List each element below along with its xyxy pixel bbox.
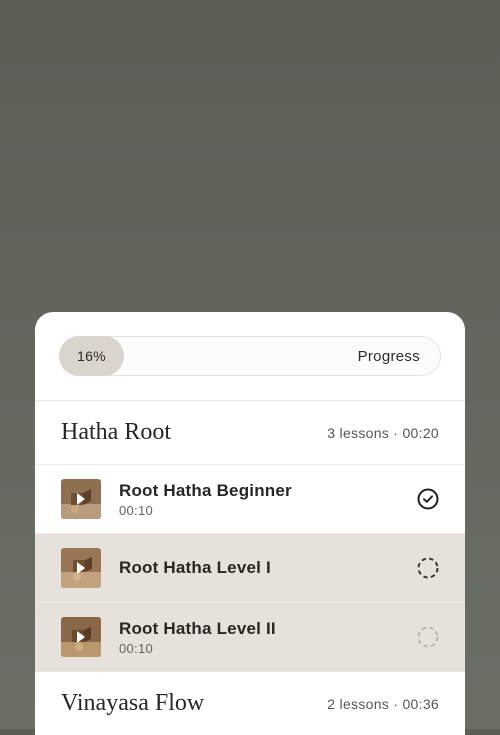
status-todo-icon <box>417 626 439 648</box>
lesson-thumbnail <box>61 479 101 519</box>
status-current-icon <box>417 557 439 579</box>
section-meta: 3 lessons · 00:20 <box>327 425 439 441</box>
lesson-row[interactable]: Root Hatha Level I <box>35 533 465 602</box>
lesson-text: Root Hatha Level II 00:10 <box>119 619 399 656</box>
lesson-title: Root Hatha Level II <box>119 619 399 639</box>
lesson-title: Root Hatha Level I <box>119 558 399 578</box>
lesson-text: Root Hatha Level I <box>119 558 399 578</box>
course-card: 16% Progress Hatha Root 3 lessons · 00:2… <box>35 312 465 735</box>
play-icon <box>77 493 85 505</box>
section-header-vinayasa-flow[interactable]: Vinayasa Flow 2 lessons · 00:36 <box>35 671 465 735</box>
lesson-thumbnail <box>61 617 101 657</box>
lesson-thumbnail <box>61 548 101 588</box>
section-header-hatha-root[interactable]: Hatha Root 3 lessons · 00:20 <box>35 400 465 464</box>
lesson-time: 00:10 <box>119 503 399 518</box>
play-icon <box>77 562 85 574</box>
section-title: Hatha Root <box>61 419 171 446</box>
lesson-time: 00:10 <box>119 641 399 656</box>
lesson-title: Root Hatha Beginner <box>119 481 399 501</box>
progress-bar: 16% Progress <box>59 336 441 376</box>
section-title: Vinayasa Flow <box>61 690 204 717</box>
status-complete-icon <box>417 488 439 510</box>
progress-percent-text: 16% <box>77 348 106 364</box>
lesson-row[interactable]: Root Hatha Level II 00:10 <box>35 602 465 671</box>
progress-label: Progress <box>358 348 440 365</box>
play-icon <box>77 631 85 643</box>
progress-percent: 16% <box>59 336 124 376</box>
lesson-row[interactable]: Root Hatha Beginner 00:10 <box>35 464 465 533</box>
lesson-text: Root Hatha Beginner 00:10 <box>119 481 399 518</box>
section-meta: 2 lessons · 00:36 <box>327 696 439 712</box>
